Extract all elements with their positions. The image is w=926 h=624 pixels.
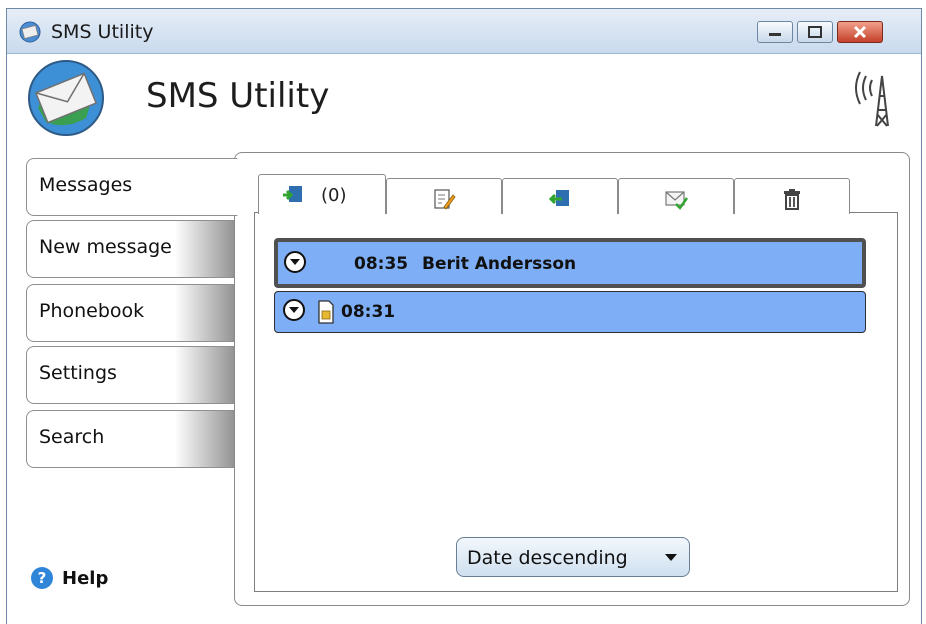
- message-contact: Berit Andersson: [422, 254, 577, 274]
- inbox-icon: [283, 186, 302, 202]
- minimize-icon: [769, 33, 781, 36]
- sim-card-icon: [318, 300, 334, 324]
- message-row[interactable]: 08:35 Berit Andersson: [274, 238, 866, 288]
- sidebar-item-label: Settings: [39, 362, 117, 384]
- tab-sent[interactable]: [618, 178, 734, 214]
- close-button[interactable]: [837, 21, 883, 43]
- sms-logo-icon: [28, 60, 104, 136]
- trash-icon: [784, 189, 800, 210]
- sidebar-item-label: Phonebook: [39, 300, 145, 322]
- window-title: SMS Utility: [51, 21, 154, 43]
- header-title: SMS Utility: [146, 76, 330, 116]
- help-label: Help: [62, 568, 109, 589]
- tab-outbox[interactable]: [502, 178, 618, 214]
- title-bar: SMS Utility: [7, 9, 921, 54]
- maximize-icon: [808, 26, 822, 38]
- signal-tower-icon: [855, 71, 889, 127]
- sent-icon: [665, 191, 688, 210]
- expand-chevron-icon[interactable]: [283, 299, 305, 321]
- inbox-count: (0): [321, 185, 347, 206]
- help-icon: ?: [31, 567, 53, 589]
- sort-dropdown[interactable]: Date descending: [456, 537, 690, 577]
- message-time: 08:31: [341, 302, 396, 322]
- compose-icon: [434, 189, 456, 210]
- chevron-down-icon: [665, 554, 677, 561]
- sidebar-item-label: Search: [39, 426, 105, 448]
- message-time: 08:35: [354, 254, 409, 274]
- minimize-button[interactable]: [757, 21, 793, 43]
- outbox-icon: [548, 190, 569, 206]
- tab-inbox[interactable]: (0): [258, 174, 386, 214]
- sidebar-item-search[interactable]: Search: [26, 410, 238, 468]
- close-icon: [853, 25, 867, 39]
- tab-trash[interactable]: [734, 178, 850, 214]
- sort-label: Date descending: [467, 547, 628, 569]
- app-icon: [19, 21, 41, 43]
- maximize-button[interactable]: [797, 21, 833, 43]
- sidebar-item-label: Messages: [39, 174, 133, 196]
- sidebar-item-label: New message: [39, 236, 172, 258]
- expand-chevron-icon[interactable]: [284, 251, 306, 273]
- sidebar-item-phonebook[interactable]: Phonebook: [26, 284, 238, 342]
- svg-text:?: ?: [38, 569, 47, 587]
- tab-compose[interactable]: [386, 178, 502, 214]
- sidebar-item-settings[interactable]: Settings: [26, 346, 238, 404]
- sidebar-item-new-message[interactable]: New message: [26, 220, 238, 278]
- message-row[interactable]: 08:31: [274, 291, 866, 333]
- sidebar-item-messages[interactable]: Messages: [26, 158, 238, 216]
